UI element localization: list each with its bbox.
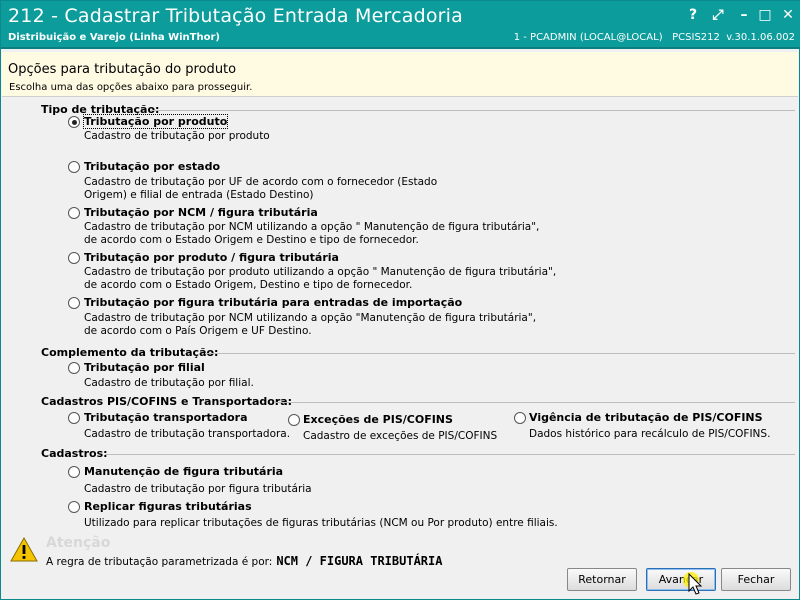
title-divider (1, 47, 800, 49)
radio-tributacao-ncm[interactable] (68, 207, 80, 219)
group-title-pis: Cadastros PIS/COFINS e Transportadora: (41, 395, 293, 408)
option-desc-transportadora: Cadastro de tributação transportadora. (84, 428, 291, 440)
option-label-excecoes[interactable]: Exceções de PIS/COFINS (303, 413, 453, 426)
radio-replicar-figuras[interactable] (68, 501, 80, 513)
option-label-vigencia[interactable]: Vigência de tributação de PIS/COFINS (529, 411, 763, 424)
radio-tributacao-filial[interactable] (68, 362, 80, 374)
group-divider (205, 353, 795, 354)
help-button[interactable]: ? (681, 4, 705, 26)
radio-tributacao-produto-figura[interactable] (68, 252, 80, 264)
option-desc-ncm: Cadastro de tributação por NCM utilizand… (84, 221, 540, 246)
radio-vigencia-pis-cofins[interactable] (514, 412, 526, 424)
group-title-cadastros: Cadastros: (41, 447, 108, 460)
main-window: 212 - Cadastrar Tributação Entrada Merca… (0, 0, 800, 600)
radio-tributacao-importacao[interactable] (68, 297, 80, 309)
radio-tributacao-estado[interactable] (68, 161, 80, 173)
group-divider (151, 110, 795, 111)
option-desc-excecoes: Cadastro de exceções de PIS/COFINS (303, 430, 498, 442)
banner-title: Opções para tributação do produto (8, 62, 237, 77)
option-desc-replicar: Utilizado para replicar tributações de f… (84, 517, 558, 529)
attention-label: A regra de tributação parametrizada é po… (46, 556, 273, 568)
header-banner: Opções para tributação do produto Escolh… (2, 52, 798, 97)
option-desc-estado: Cadastro de tributação por UF de acordo … (84, 176, 438, 201)
option-label-filial[interactable]: Tributação por filial (84, 361, 205, 374)
radio-tributacao-transportadora[interactable] (68, 412, 80, 424)
warning-icon (10, 537, 38, 562)
option-label-estado[interactable]: Tributação por estado (84, 160, 220, 173)
group-divider (105, 454, 795, 455)
session-info: 1 - PCADMIN (LOCAL@LOCAL) PCSIS212 v.30.… (513, 32, 795, 43)
radio-tributacao-produto[interactable] (68, 116, 80, 128)
close-button[interactable]: ✕ (776, 4, 800, 26)
window-subtitle: Distribuição e Varejo (Linha WinThor) (8, 32, 220, 43)
option-label-produto[interactable]: Tributação por produto (82, 114, 229, 129)
option-desc-vigencia: Dados histórico para recálculo de PIS/CO… (529, 428, 771, 440)
radio-excecoes-pis-cofins[interactable] (288, 414, 300, 426)
option-desc-produto-figura: Cadastro de tributação por produto utili… (84, 266, 557, 291)
option-label-ncm[interactable]: Tributação por NCM / figura tributária (84, 206, 318, 219)
radio-manutencao-figura[interactable] (68, 466, 80, 478)
banner-subtitle: Escolha uma das opções abaixo para pross… (9, 82, 253, 93)
attention-title: Atenção (46, 535, 111, 551)
option-label-importacao[interactable]: Tributação por figura tributária para en… (84, 296, 462, 309)
group-divider (275, 402, 795, 403)
close-dialog-button[interactable]: Fechar (721, 568, 791, 591)
option-label-replicar[interactable]: Replicar figuras tributárias (84, 500, 252, 513)
option-label-transportadora[interactable]: Tributação transportadora (84, 411, 248, 424)
maximize-button[interactable]: □ (753, 4, 777, 26)
option-desc-produto: Cadastro de tributação por produto (84, 130, 270, 142)
option-label-manutencao[interactable]: Manutenção de figura tributária (84, 465, 283, 478)
window-title: 212 - Cadastrar Tributação Entrada Merca… (8, 5, 463, 27)
attention-text: A regra de tributação parametrizada é po… (46, 554, 442, 568)
option-desc-filial: Cadastro de tributação por filial. (84, 377, 254, 389)
option-label-produto-figura[interactable]: Tributação por produto / figura tributár… (84, 251, 339, 264)
restore-icon-button[interactable]: ⤢ (706, 4, 730, 26)
cursor-icon (683, 572, 703, 595)
group-title-complemento: Complemento da tributação: (41, 346, 219, 359)
title-bar[interactable]: 212 - Cadastrar Tributação Entrada Merca… (1, 1, 800, 49)
attention-value: NCM / FIGURA TRIBUTÁRIA (276, 554, 443, 568)
option-desc-manutencao: Cadastro de tributação por figura tribut… (84, 483, 312, 495)
back-button[interactable]: Retornar (567, 568, 637, 591)
option-desc-importacao: Cadastro de tributação por NCM utilizand… (84, 312, 537, 337)
